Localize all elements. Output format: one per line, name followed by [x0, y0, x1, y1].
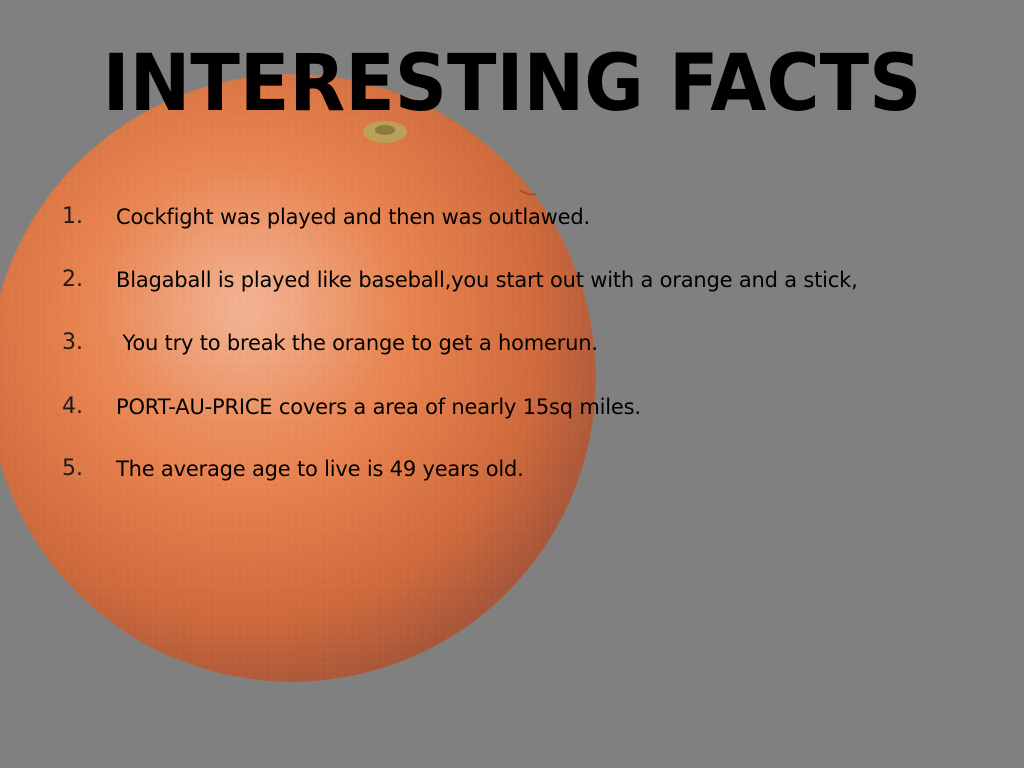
list-item: 1. Cockfight was played and then was out… [62, 197, 1012, 237]
fact-text: You try to break the orange to get a hom… [116, 331, 598, 355]
fact-text: Cockfight was played and then was outlaw… [116, 205, 590, 229]
slide: INTERESTING FACTS 1. Cockfight was playe… [0, 0, 1024, 768]
list-item: 3. You try to break the orange to get a … [62, 323, 1012, 363]
slide-title: INTERESTING FACTS [102, 39, 922, 129]
list-number: 3. [62, 330, 83, 355]
list-number: 4. [62, 394, 83, 419]
list-item: 4. PORT-AU-PRICE covers a area of nearly… [62, 387, 1012, 427]
fact-text: The average age to live is 49 years old. [116, 457, 524, 481]
list-item: 5. The average age to live is 49 years o… [62, 449, 1012, 489]
fact-text: Blagaball is played like baseball,you st… [116, 268, 858, 292]
list-item: 2. Blagaball is played like baseball,you… [62, 260, 1012, 300]
list-number: 2. [62, 267, 83, 292]
list-number: 1. [62, 204, 83, 229]
fact-text: PORT-AU-PRICE covers a area of nearly 15… [116, 395, 641, 419]
list-number: 5. [62, 456, 83, 481]
